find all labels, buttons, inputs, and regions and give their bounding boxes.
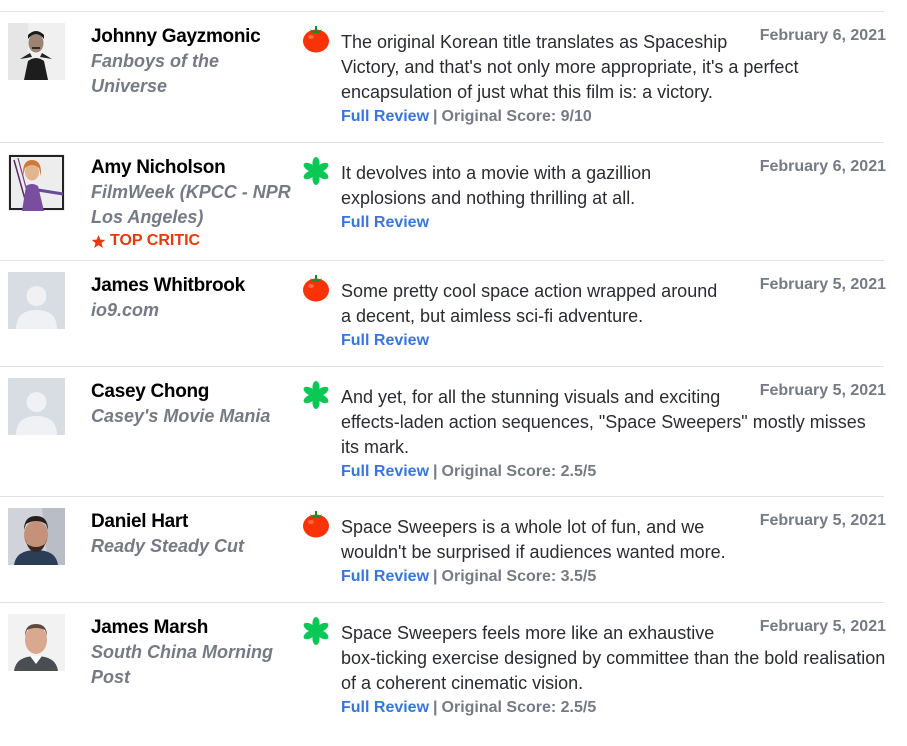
- full-review-link[interactable]: Full Review: [341, 463, 429, 480]
- review-row: Amy Nicholson FilmWeek (KPCC - NPR Los A…: [0, 142, 886, 261]
- review-links: Full Review: [341, 213, 886, 233]
- review-date: February 5, 2021: [759, 276, 886, 293]
- separator: |: [433, 568, 438, 585]
- full-review-link[interactable]: Full Review: [341, 332, 429, 349]
- star-icon: [91, 234, 106, 248]
- review-links: Full Review: [341, 331, 886, 351]
- review-row: Daniel Hart Ready Steady Cut February 5,…: [0, 496, 886, 603]
- critic-name[interactable]: Daniel Hart: [91, 509, 291, 534]
- separator: |: [433, 108, 438, 125]
- critic-avatar[interactable]: [8, 508, 65, 565]
- fresh-tomato-icon: [303, 511, 329, 538]
- critic-info: James Marsh South China Morning Post: [91, 615, 291, 690]
- review-links: Full Review | Original Score: 2.5/5: [341, 462, 886, 482]
- full-review-link[interactable]: Full Review: [341, 699, 429, 716]
- critic-name[interactable]: James Whitbrook: [91, 273, 291, 298]
- original-score: Original Score: 9/10: [441, 108, 592, 125]
- critic-name[interactable]: Casey Chong: [91, 379, 291, 404]
- critic-name[interactable]: James Marsh: [91, 615, 291, 640]
- critic-info: Casey Chong Casey's Movie Mania: [91, 379, 291, 429]
- critic-avatar[interactable]: [8, 154, 65, 211]
- review-content: February 5, 2021 Space Sweepers feels mo…: [341, 618, 886, 718]
- review-row: James Whitbrook io9.com February 5, 2021…: [0, 260, 886, 367]
- review-content: February 5, 2021 And yet, for all the st…: [341, 382, 886, 482]
- review-row: James Marsh South China Morning Post Feb…: [0, 602, 886, 746]
- review-links: Full Review | Original Score: 3.5/5: [341, 567, 886, 587]
- original-score: Original Score: 2.5/5: [441, 699, 597, 716]
- critic-publication[interactable]: Fanboys of the Universe: [91, 49, 291, 99]
- review-date: February 5, 2021: [759, 382, 886, 399]
- top-critic-label: TOP CRITIC: [110, 232, 201, 249]
- critic-info: Daniel Hart Ready Steady Cut: [91, 509, 291, 559]
- separator: |: [433, 463, 438, 480]
- critic-info: Amy Nicholson FilmWeek (KPCC - NPR Los A…: [91, 155, 291, 251]
- full-review-link[interactable]: Full Review: [341, 108, 429, 125]
- review-date: February 5, 2021: [759, 512, 886, 529]
- critic-name[interactable]: Amy Nicholson: [91, 155, 291, 180]
- review-date: February 6, 2021: [759, 158, 886, 175]
- review-quote: Some pretty cool space action wrapped ar…: [341, 281, 718, 326]
- critic-publication[interactable]: Casey's Movie Mania: [91, 404, 291, 429]
- critic-publication[interactable]: Ready Steady Cut: [91, 534, 291, 559]
- critic-publication[interactable]: South China Morning Post: [91, 640, 291, 690]
- review-content: February 5, 2021 Space Sweepers is a who…: [341, 512, 886, 587]
- top-critic-badge: TOP CRITIC: [91, 231, 291, 251]
- review-content: February 6, 2021 The original Korean tit…: [341, 27, 886, 127]
- rotten-splat-icon: [303, 381, 329, 409]
- separator: |: [433, 699, 438, 716]
- critic-info: James Whitbrook io9.com: [91, 273, 291, 323]
- review-content: February 6, 2021 It devolves into a movi…: [341, 158, 886, 233]
- critic-publication[interactable]: FilmWeek (KPCC - NPR Los Angeles): [91, 180, 291, 230]
- fresh-tomato-icon: [303, 26, 329, 53]
- review-row: Casey Chong Casey's Movie Mania February…: [0, 366, 886, 497]
- review-links: Full Review | Original Score: 2.5/5: [341, 698, 886, 718]
- review-links: Full Review | Original Score: 9/10: [341, 107, 886, 127]
- rotten-splat-icon: [303, 617, 329, 645]
- review-date: February 6, 2021: [759, 27, 886, 44]
- critic-avatar[interactable]: [8, 378, 65, 435]
- review-quote: Space Sweepers is a whole lot of fun, an…: [341, 517, 726, 562]
- critic-avatar[interactable]: [8, 272, 65, 329]
- review-row: Johnny Gayzmonic Fanboys of the Universe…: [0, 11, 886, 143]
- full-review-link[interactable]: Full Review: [341, 214, 429, 231]
- review-quote: It devolves into a movie with a gazillio…: [341, 163, 652, 208]
- review-date: February 5, 2021: [759, 618, 886, 635]
- fresh-tomato-icon: [303, 275, 329, 302]
- critic-info: Johnny Gayzmonic Fanboys of the Universe: [91, 24, 291, 99]
- critic-avatar[interactable]: [8, 614, 65, 671]
- original-score: Original Score: 2.5/5: [441, 463, 597, 480]
- full-review-link[interactable]: Full Review: [341, 568, 429, 585]
- critic-avatar[interactable]: [8, 23, 65, 80]
- original-score: Original Score: 3.5/5: [441, 568, 597, 585]
- review-content: February 5, 2021 Some pretty cool space …: [341, 276, 886, 351]
- critic-publication[interactable]: io9.com: [91, 298, 291, 323]
- rotten-splat-icon: [303, 157, 329, 185]
- critic-name[interactable]: Johnny Gayzmonic: [91, 24, 291, 49]
- critic-reviews-list: Johnny Gayzmonic Fanboys of the Universe…: [0, 0, 907, 746]
